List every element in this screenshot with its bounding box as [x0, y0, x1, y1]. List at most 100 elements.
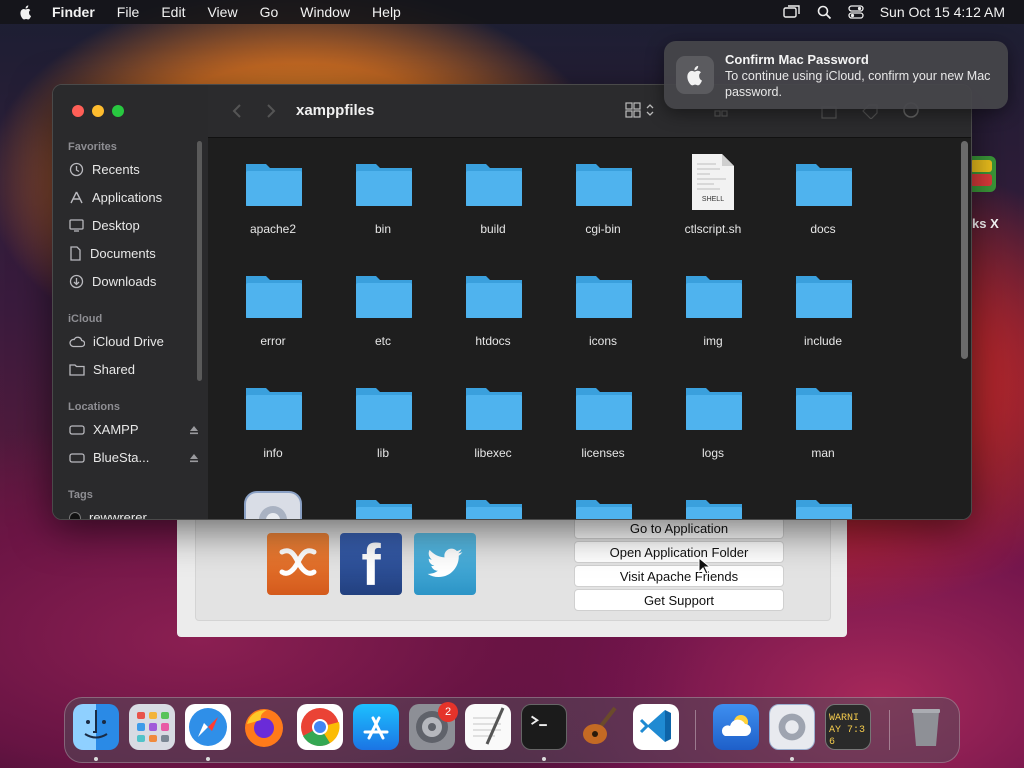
- cloud-icon: [69, 336, 85, 347]
- file-name: htdocs: [475, 334, 511, 348]
- xampp-logo-icon[interactable]: [267, 533, 329, 595]
- icon-view-icon[interactable]: [625, 102, 655, 118]
- twitter-icon[interactable]: [414, 533, 476, 595]
- apple-menu-icon[interactable]: [18, 4, 34, 20]
- close-window-button[interactable]: [72, 105, 84, 117]
- folder-icon: [356, 276, 412, 318]
- sidebar-item-documents[interactable]: Documents: [69, 246, 199, 261]
- dock-console-icon[interactable]: WARNI AY 7:36: [825, 704, 871, 750]
- menu-view[interactable]: View: [207, 4, 237, 20]
- disk-icon: [69, 425, 85, 435]
- screen-mirroring-icon[interactable]: [783, 5, 801, 19]
- sidebar-item-label: BlueSta...: [93, 450, 150, 465]
- menubar-clock[interactable]: Sun Oct 15 4:12 AM: [880, 4, 1005, 20]
- file-name: info: [263, 446, 283, 460]
- facebook-icon[interactable]: f: [340, 533, 402, 595]
- sidebar-item-label: XAMPP: [93, 422, 139, 437]
- sidebar-item-xampp[interactable]: XAMPP: [69, 422, 199, 437]
- dock: WARNI AY 7:36: [64, 697, 960, 763]
- sidebar-item-desktop[interactable]: Desktop: [69, 218, 199, 233]
- sidebar-item-icloud-drive[interactable]: iCloud Drive: [69, 334, 199, 349]
- menu-window[interactable]: Window: [300, 4, 350, 20]
- menu-help[interactable]: Help: [372, 4, 401, 20]
- eject-icon[interactable]: [189, 453, 199, 463]
- menu-file[interactable]: File: [117, 4, 140, 20]
- folder-icon: [576, 388, 632, 430]
- notification-title: Confirm Mac Password: [725, 52, 869, 67]
- dock-textedit-icon[interactable]: [465, 704, 511, 750]
- visit-apache-friends-button[interactable]: Visit Apache Friends: [574, 565, 784, 587]
- sidebar-item-label: Recents: [92, 162, 140, 177]
- dock-terminal-icon[interactable]: [521, 704, 567, 750]
- dock-firefox-icon[interactable]: [241, 704, 287, 750]
- content-scrollbar[interactable]: [961, 141, 968, 359]
- menu-go[interactable]: Go: [260, 4, 279, 20]
- dock-vscode-icon[interactable]: [633, 704, 679, 750]
- dock-app-store-icon[interactable]: [353, 704, 399, 750]
- sidebar-item-shared[interactable]: Shared: [69, 362, 199, 377]
- spotlight-search-icon[interactable]: [817, 5, 832, 20]
- folder-icon: [246, 164, 302, 206]
- sidebar-scrollbar[interactable]: [197, 141, 202, 381]
- folder-icon: [466, 500, 522, 519]
- settings-app-icon: [244, 491, 302, 519]
- file-name: build: [480, 222, 506, 236]
- disk-icon: [69, 453, 85, 463]
- zoom-window-button[interactable]: [112, 105, 124, 117]
- folder-icon: [576, 500, 632, 519]
- dock-garageband-icon[interactable]: [577, 704, 623, 750]
- dock-running-indicator: [94, 757, 98, 761]
- sidebar-item-applications[interactable]: Applications: [69, 190, 199, 205]
- apple-logo-icon: [676, 56, 714, 94]
- desktop-icon: [69, 219, 84, 232]
- status-area: Sun Oct 15 4:12 AM: [783, 4, 1024, 20]
- eject-icon[interactable]: [189, 425, 199, 435]
- back-arrow-icon[interactable]: [232, 103, 242, 119]
- open-application-folder-button[interactable]: Open Application Folder: [574, 541, 784, 563]
- dock-trash-icon[interactable]: [903, 704, 949, 750]
- dock-chrome-icon[interactable]: [297, 704, 343, 750]
- dock-weather-icon[interactable]: [713, 704, 759, 750]
- folder-icon: [466, 388, 522, 430]
- folder-icon: [576, 276, 632, 318]
- finder-sidebar: Favorites Recents Applications Desktop D…: [53, 85, 209, 519]
- desktop-icon-label: ks X: [972, 216, 999, 231]
- dock-separator: [889, 710, 890, 750]
- dock-finder-icon[interactable]: [73, 704, 119, 750]
- menu-edit[interactable]: Edit: [161, 4, 185, 20]
- dock-safari-icon[interactable]: [185, 704, 231, 750]
- folder-icon: [356, 164, 412, 206]
- icloud-notification[interactable]: Confirm Mac Password To continue using i…: [664, 41, 1008, 109]
- console-warning-text: WARNI AY 7:36: [829, 713, 866, 748]
- file-name: cgi-bin: [585, 222, 621, 236]
- minimize-window-button[interactable]: [92, 105, 104, 117]
- shell-badge: SHELL: [701, 196, 725, 203]
- sidebar-section-icloud: iCloud: [68, 313, 103, 325]
- sidebar-item-bluestacks[interactable]: BlueSta...: [69, 450, 199, 465]
- file-name: error: [260, 334, 286, 348]
- get-support-button[interactable]: Get Support: [574, 589, 784, 611]
- file-name: logs: [701, 446, 724, 460]
- file-name: licenses: [581, 446, 625, 460]
- forward-arrow-icon[interactable]: [266, 103, 276, 119]
- finder-window: Favorites Recents Applications Desktop D…: [52, 84, 972, 520]
- menu-finder[interactable]: Finder: [52, 4, 95, 20]
- sidebar-item-downloads[interactable]: Downloads: [69, 274, 199, 289]
- go-to-application-button[interactable]: Go to Application: [574, 517, 784, 539]
- control-center-icon[interactable]: [848, 5, 864, 19]
- file-name: apache2: [249, 222, 297, 236]
- file-name: include: [803, 334, 843, 348]
- dock-system-settings-icon[interactable]: [769, 704, 815, 750]
- sidebar-item-recents[interactable]: Recents: [69, 162, 199, 177]
- sidebar-section-locations: Locations: [68, 401, 120, 413]
- folder-icon: [796, 500, 852, 519]
- dock-separator: [695, 710, 696, 750]
- folder-icon: [796, 276, 852, 318]
- file-name: ctlscript.sh: [684, 222, 742, 236]
- sidebar-item-label: Desktop: [92, 218, 140, 233]
- sidebar-item-tag[interactable]: rewwrerer: [69, 510, 199, 519]
- dock-launchpad-icon[interactable]: [129, 704, 175, 750]
- notification-body: To continue using iCloud, confirm your n…: [725, 69, 991, 99]
- folder-icon: [466, 276, 522, 318]
- file-name: libexec: [474, 446, 512, 460]
